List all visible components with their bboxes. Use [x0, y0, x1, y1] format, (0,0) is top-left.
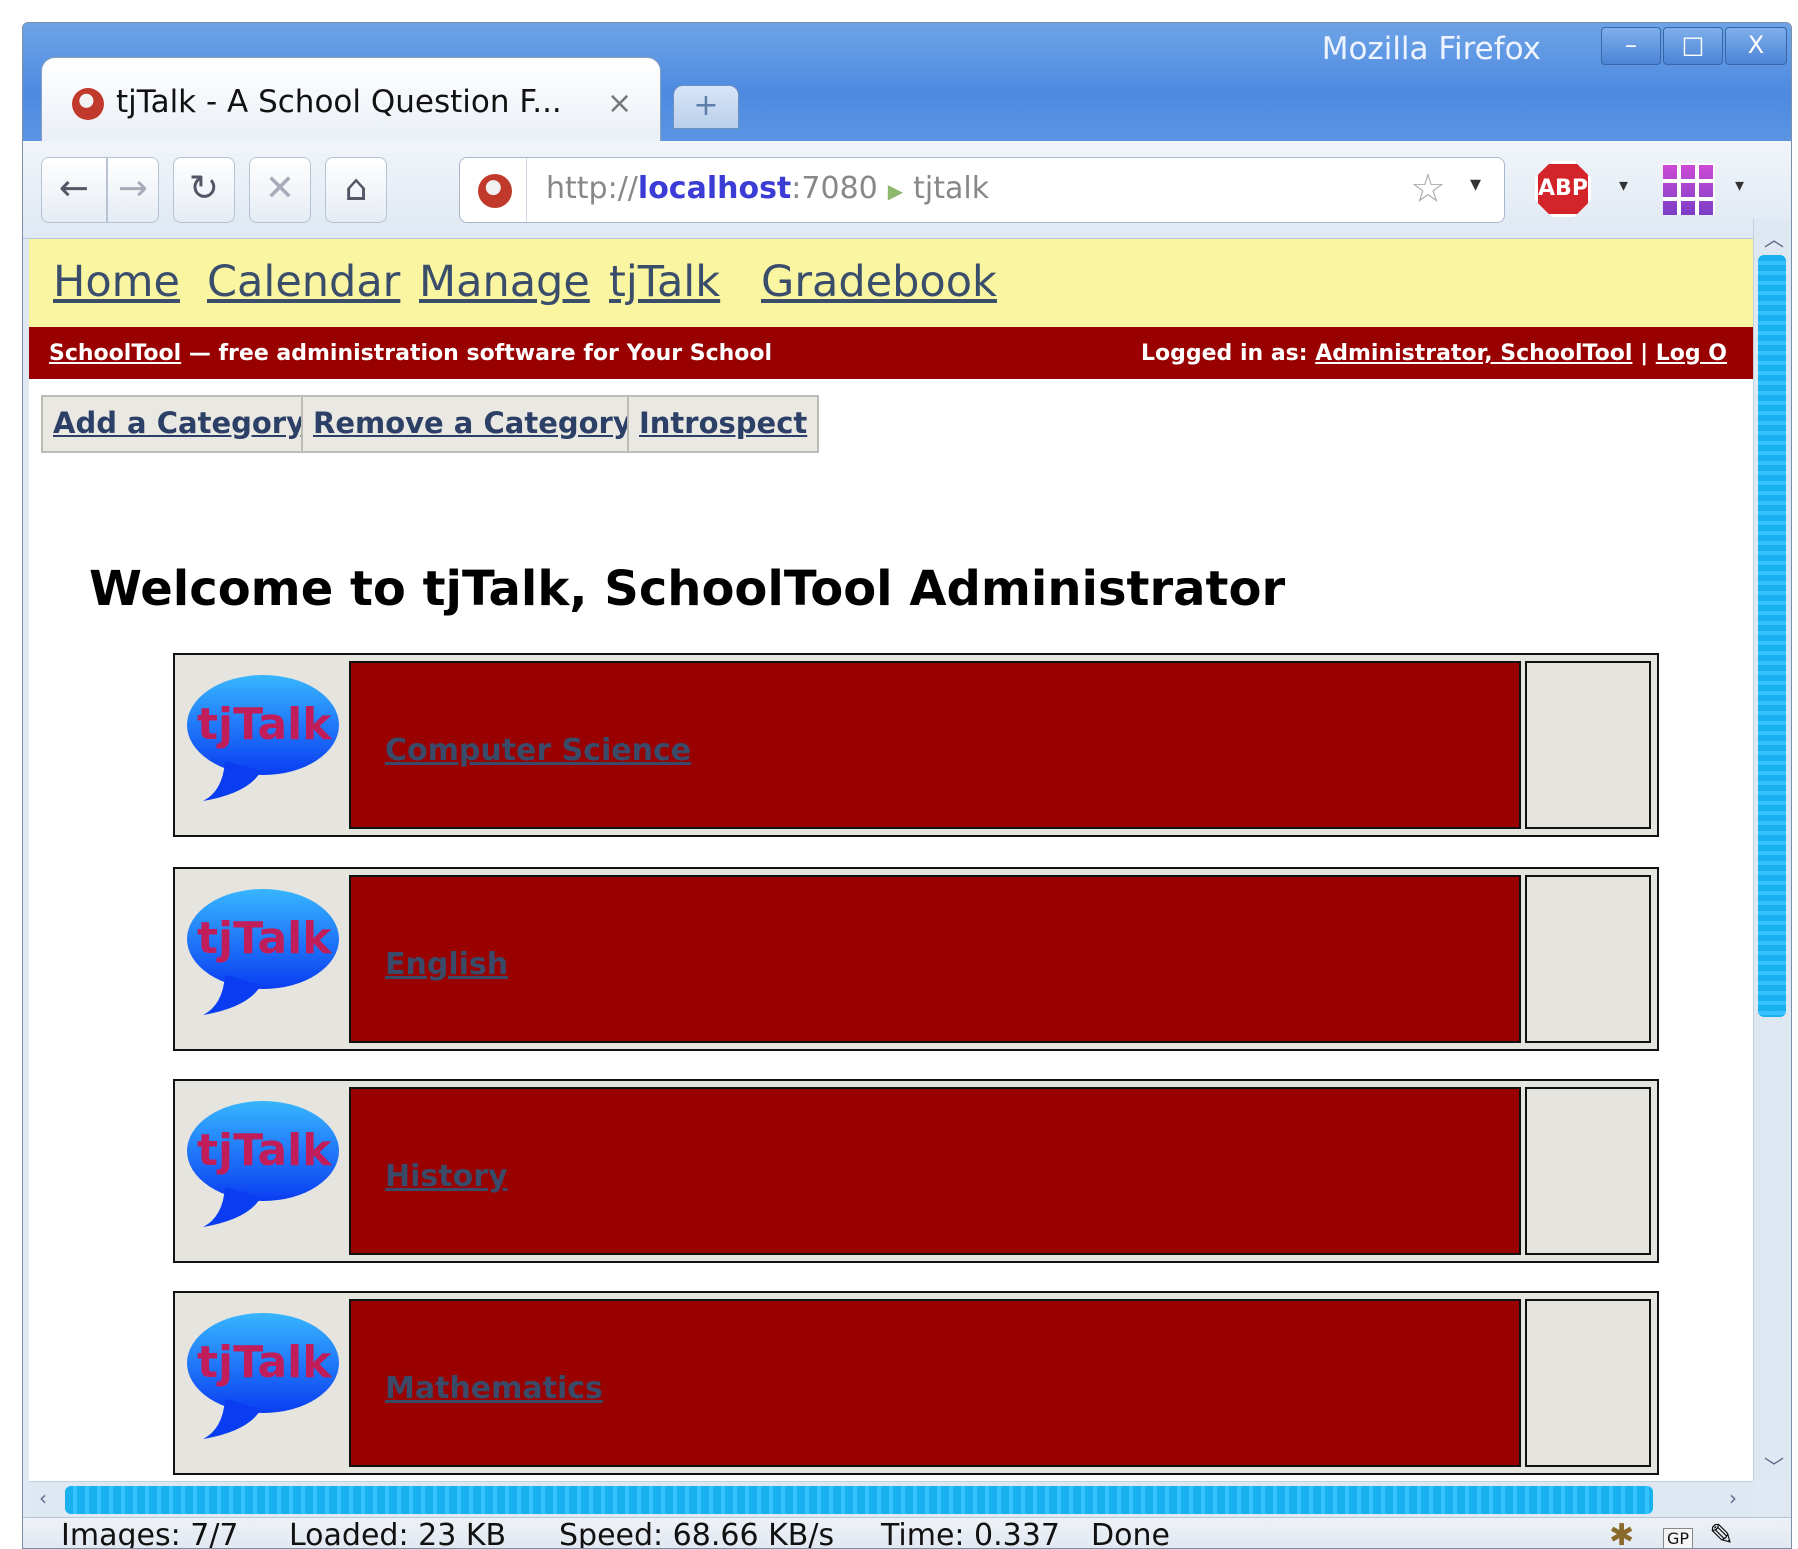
svg-text:tjTalk: tjTalk: [197, 699, 333, 750]
category-link[interactable]: Computer Science: [385, 733, 691, 768]
browser-window: Mozilla Firefox – □ X tjTalk - A School …: [22, 22, 1792, 1549]
tab-close-icon[interactable]: ×: [607, 86, 632, 121]
category-cell: History: [349, 1087, 1521, 1255]
category-side-cell: [1525, 1299, 1651, 1467]
logout-link[interactable]: Log O: [1656, 341, 1727, 366]
vertical-scrollbar[interactable]: ︿ ﹀: [1753, 219, 1791, 1481]
adblock-dropdown-icon[interactable]: ▾: [1619, 175, 1628, 196]
status-time: Time: 0.337: [881, 1518, 1060, 1549]
category-side-cell: [1525, 661, 1651, 829]
stop-button[interactable]: ✕: [249, 157, 311, 223]
login-status: Logged in as: Administrator, SchoolTool …: [1141, 341, 1728, 366]
back-button[interactable]: ←: [41, 157, 107, 223]
svg-text:tjTalk: tjTalk: [197, 1337, 333, 1388]
tjtalk-logo-icon: tjTalk: [187, 675, 339, 801]
url-divider: [526, 158, 527, 222]
path-arrow-icon: ▶: [887, 179, 904, 203]
maximize-button[interactable]: □: [1663, 27, 1723, 65]
page-title: Welcome to tjTalk, SchoolTool Administra…: [89, 561, 1286, 617]
schooltool-home-link[interactable]: SchoolTool: [49, 341, 181, 366]
category-link[interactable]: Mathematics: [385, 1371, 603, 1406]
category-link[interactable]: History: [385, 1159, 508, 1194]
home-button[interactable]: ⌂: [325, 157, 387, 223]
page-viewport: Home Calendar Manage tjTalk Gradebook Sc…: [29, 239, 1753, 1481]
stop-icon: ✕: [264, 168, 296, 209]
category-row: tjTalk English: [173, 867, 1659, 1051]
grid-dropdown-icon[interactable]: ▾: [1735, 175, 1744, 196]
status-images: Images: 7/7: [61, 1518, 239, 1549]
status-loaded: Loaded: 23 KB: [289, 1518, 507, 1549]
edit-note-icon[interactable]: ✎: [1709, 1518, 1734, 1548]
svg-text:tjTalk: tjTalk: [197, 1125, 333, 1176]
tab-title: tjTalk - A School Question F...: [116, 84, 562, 120]
status-bar: Images: 7/7 Loaded: 23 KB Speed: 68.66 K…: [23, 1517, 1791, 1549]
horizontal-scroll-thumb[interactable]: [65, 1486, 1653, 1514]
site-identity-icon[interactable]: [478, 174, 512, 208]
banner-tagline: SchoolTool — free administration softwar…: [49, 341, 773, 366]
adblock-plus-icon[interactable]: ABP: [1535, 161, 1591, 217]
status-speed: Speed: 68.66 KB/s: [559, 1518, 835, 1549]
url-text[interactable]: http://localhost:7080 ▶ tjtalk: [546, 171, 989, 206]
category-side-cell: [1525, 875, 1651, 1043]
scroll-up-icon[interactable]: ︿: [1764, 223, 1784, 252]
add-category-button[interactable]: Add a Category: [41, 395, 317, 453]
schooltool-banner: SchoolTool — free administration softwar…: [29, 327, 1753, 379]
nav-home-link[interactable]: Home: [53, 257, 180, 307]
gp-badge[interactable]: GP: [1663, 1528, 1694, 1548]
forward-icon: →: [117, 168, 149, 209]
title-bar: Mozilla Firefox – □ X tjTalk - A School …: [23, 23, 1791, 143]
forward-button[interactable]: →: [107, 157, 159, 223]
scroll-down-icon[interactable]: ﹀: [1764, 1451, 1784, 1480]
nav-tjtalk-link[interactable]: tjTalk: [609, 257, 720, 307]
vertical-scroll-thumb[interactable]: [1758, 255, 1786, 1017]
reload-icon: ↻: [188, 168, 220, 209]
speed-dial-grid-icon[interactable]: [1663, 163, 1715, 215]
home-icon: ⌂: [344, 168, 368, 209]
tjtalk-logo-icon: tjTalk: [187, 889, 339, 1015]
status-state: Done: [1091, 1518, 1170, 1549]
address-bar[interactable]: http://localhost:7080 ▶ tjtalk ☆ ▾: [459, 157, 1505, 223]
scroll-left-icon[interactable]: ‹: [39, 1486, 47, 1510]
reload-button[interactable]: ↻: [173, 157, 235, 223]
back-icon: ←: [58, 168, 90, 209]
category-cell: Computer Science: [349, 661, 1521, 829]
category-link[interactable]: English: [385, 947, 508, 982]
svg-text:tjTalk: tjTalk: [197, 913, 333, 964]
category-row: tjTalk Computer Science: [173, 653, 1659, 837]
category-side-cell: [1525, 1087, 1651, 1255]
browser-tab-active[interactable]: tjTalk - A School Question F... ×: [41, 57, 661, 143]
top-navigation: Home Calendar Manage tjTalk Gradebook: [29, 239, 1753, 329]
introspect-button[interactable]: Introspect: [627, 395, 820, 453]
window-title: Mozilla Firefox: [1321, 31, 1541, 67]
nav-manage-link[interactable]: Manage: [419, 257, 590, 307]
category-cell: English: [349, 875, 1521, 1043]
scroll-right-icon[interactable]: ›: [1729, 1486, 1737, 1510]
tjtalk-favicon-icon: [72, 88, 104, 120]
nav-calendar-link[interactable]: Calendar: [207, 257, 400, 307]
category-row: tjTalk History: [173, 1079, 1659, 1263]
minimize-button[interactable]: –: [1601, 27, 1661, 65]
tjtalk-logo-icon: tjTalk: [187, 1313, 339, 1439]
horizontal-scrollbar[interactable]: ‹ ›: [29, 1481, 1753, 1517]
tjtalk-logo-icon: tjTalk: [187, 1101, 339, 1227]
current-user-link[interactable]: Administrator, SchoolTool: [1315, 341, 1632, 366]
bookmark-star-icon[interactable]: ☆: [1410, 166, 1446, 212]
category-row: tjTalk Mathematics: [173, 1291, 1659, 1475]
remove-category-button[interactable]: Remove a Category: [301, 395, 644, 453]
firebug-icon[interactable]: ✱: [1609, 1518, 1634, 1548]
close-window-button[interactable]: X: [1725, 27, 1787, 65]
history-dropdown-icon[interactable]: ▾: [1470, 172, 1481, 197]
category-cell: Mathematics: [349, 1299, 1521, 1467]
new-tab-button[interactable]: +: [673, 85, 739, 129]
navigation-toolbar: ← → ↻ ✕ ⌂ http://localhost:7080 ▶ tjtalk ☆…: [23, 141, 1791, 239]
nav-gradebook-link[interactable]: Gradebook: [761, 257, 997, 307]
